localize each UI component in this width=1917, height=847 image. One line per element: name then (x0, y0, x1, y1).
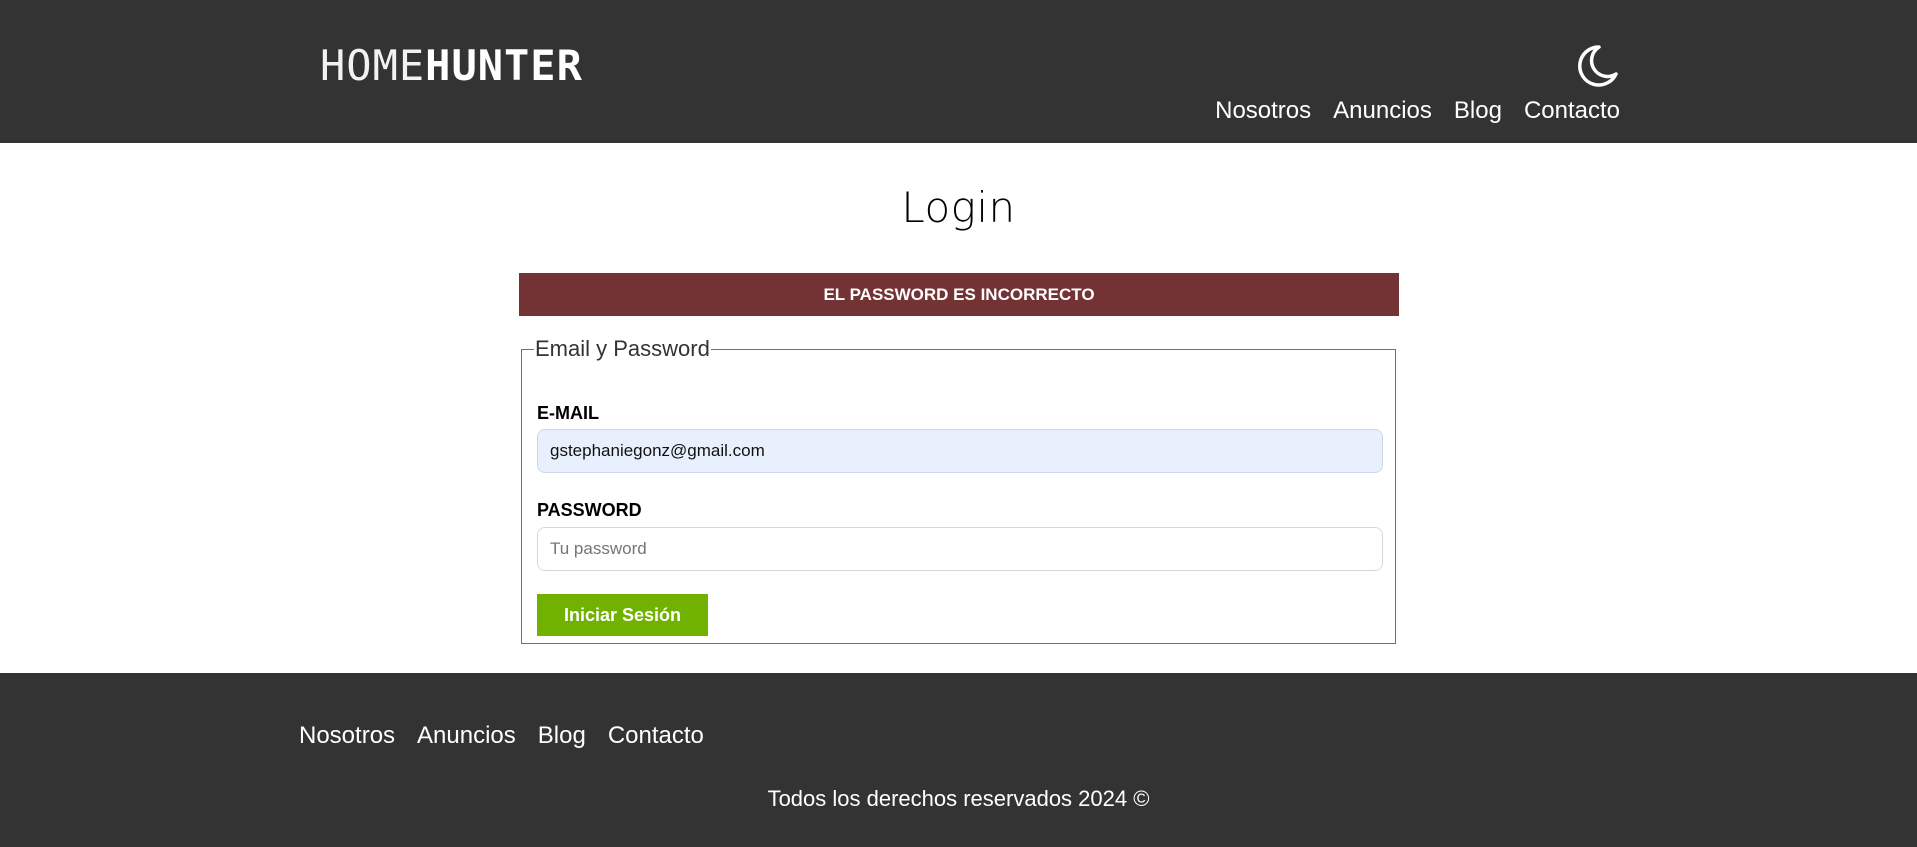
page-title: Login (901, 183, 1016, 232)
nav-link-blog[interactable]: Blog (1454, 94, 1502, 128)
error-alert: El Password es Incorrecto (519, 273, 1399, 316)
footer-nav: Nosotros Anuncios Blog Contacto (299, 719, 704, 753)
email-label: E-MAIL (537, 403, 599, 423)
nav-link-contacto[interactable]: Contacto (1524, 94, 1620, 128)
site-logo[interactable]: HOMEHUNTER (320, 42, 583, 90)
footer-link-contacto[interactable]: Contacto (608, 719, 704, 753)
footer-link-blog[interactable]: Blog (538, 719, 586, 753)
login-form: Email y Password E-MAIL PASSWORD Iniciar… (521, 336, 1396, 644)
footer-link-anuncios[interactable]: Anuncios (417, 719, 516, 753)
password-label: PASSWORD (537, 500, 642, 520)
site-header: HOMEHUNTER Nosotros Anuncios Blog Contac… (0, 0, 1917, 143)
email-field[interactable] (537, 429, 1383, 473)
copyright-text: Todos los derechos reservados 2024 © (767, 786, 1150, 811)
logo-part-home: HOME (320, 41, 426, 90)
login-submit-button[interactable]: Iniciar Sesión (537, 594, 708, 636)
nav-link-nosotros[interactable]: Nosotros (1215, 94, 1311, 128)
form-legend: Email y Password (535, 336, 710, 361)
header-nav: Nosotros Anuncios Blog Contacto (1215, 94, 1620, 128)
site-footer: Nosotros Anuncios Blog Contacto Todos lo… (0, 673, 1917, 847)
moon-icon[interactable] (1574, 42, 1620, 90)
password-field[interactable] (537, 527, 1383, 571)
footer-link-nosotros[interactable]: Nosotros (299, 719, 395, 753)
logo-part-hunter: HUNTER (425, 41, 583, 90)
nav-link-anuncios[interactable]: Anuncios (1333, 94, 1432, 128)
